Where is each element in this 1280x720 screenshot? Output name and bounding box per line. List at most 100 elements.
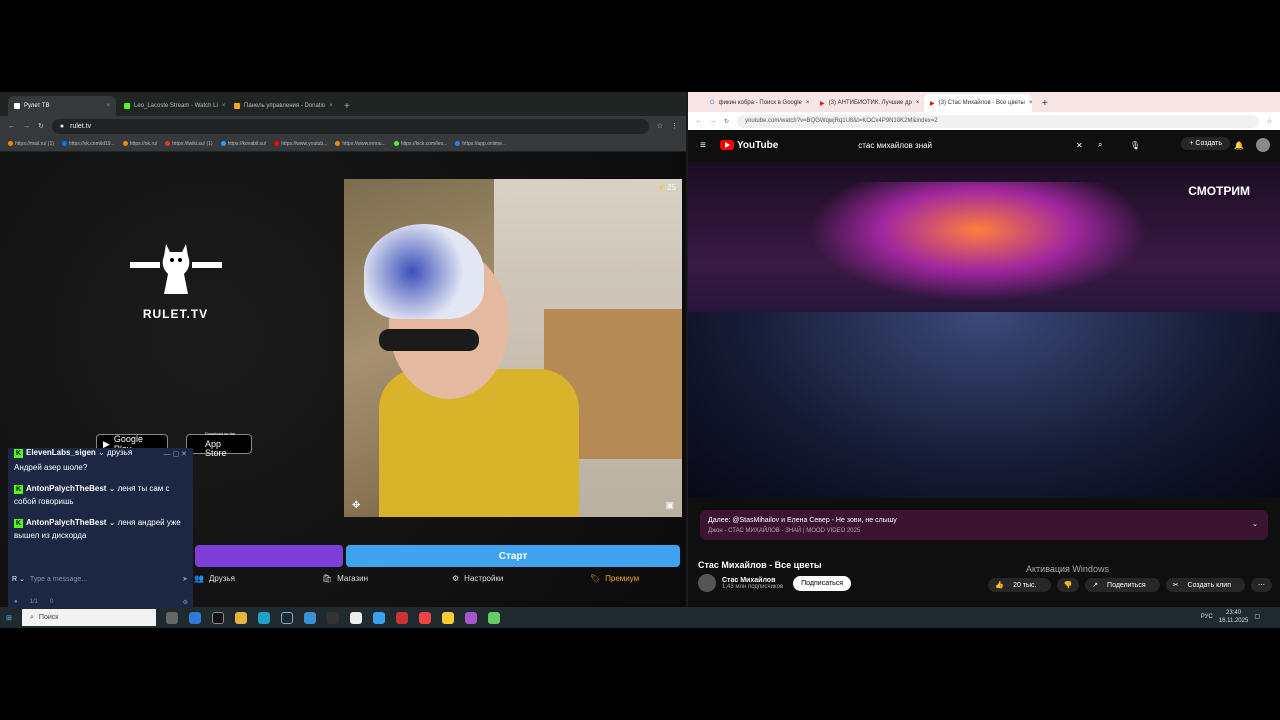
menu-friends[interactable]: 👥 Друзья bbox=[194, 574, 235, 583]
send-icon[interactable]: ➤ bbox=[182, 575, 188, 583]
viewer-badge: ★ 25 bbox=[657, 183, 676, 192]
forward-icon[interactable]: → bbox=[710, 118, 716, 124]
notifications-icon[interactable]: 🔔 bbox=[1234, 141, 1244, 150]
search-icon: ⌕ bbox=[30, 613, 34, 621]
bookmark-item[interactable]: https://app.onlime... bbox=[455, 141, 506, 147]
back-icon[interactable]: ← bbox=[696, 118, 702, 124]
bookmark-item[interactable]: https://www.youtub... bbox=[274, 141, 327, 147]
channel-avatar[interactable] bbox=[698, 574, 716, 592]
close-icon[interactable]: × bbox=[222, 103, 226, 109]
url-field[interactable]: ● rulet.tv bbox=[51, 118, 649, 134]
menu-shop[interactable]: 🛍 Магазин bbox=[322, 574, 368, 583]
concert-crowd bbox=[688, 312, 1280, 498]
terminal-icon[interactable] bbox=[212, 611, 224, 624]
channel-info: Стас Михайлов 1,43 млн подписчиков Подпис… bbox=[698, 574, 852, 592]
clip-button[interactable]: ✂ Создать клип bbox=[1165, 578, 1245, 592]
gear-icon[interactable]: ⚙ bbox=[183, 599, 188, 606]
rulet-favicon-icon bbox=[14, 103, 20, 109]
yellow-shirt bbox=[379, 369, 579, 517]
star-icon: ★ bbox=[657, 183, 665, 192]
back-icon[interactable]: ← bbox=[8, 123, 15, 130]
reload-icon[interactable]: ↻ bbox=[38, 122, 44, 130]
menu-settings[interactable]: ⚙ Настройки bbox=[452, 574, 503, 583]
tab-youtube-1[interactable]: ▶ (3) АНТИБИОТИК. Лучшие др × bbox=[814, 94, 922, 112]
left-tab-bar: Рулет ТВ × Leo_Lacoste Stream - Watch Li ×… bbox=[0, 92, 686, 116]
tab-google[interactable]: Gфикин кобра - Поиск в Google × bbox=[704, 94, 812, 112]
bookmark-item[interactable]: https://kovabil.su/ bbox=[220, 141, 266, 147]
premium-icon: 🏷 bbox=[590, 574, 601, 583]
subscribe-button[interactable]: Подписаться bbox=[793, 575, 852, 591]
bookmark-item[interactable]: https://kick.com/leo... bbox=[393, 141, 447, 147]
microphone-icon[interactable]: 🎙 bbox=[1130, 141, 1140, 150]
close-icon[interactable]: × bbox=[806, 100, 810, 106]
tab-kick[interactable]: Leo_Lacoste Stream - Watch Li × bbox=[118, 96, 226, 116]
task-view-icon[interactable] bbox=[166, 611, 178, 624]
url-field[interactable]: youtube.com/watch?v=BQGWqwjRq1U8&t=KOCx4… bbox=[737, 114, 1259, 128]
app-icon[interactable] bbox=[327, 611, 339, 624]
start-button[interactable]: Старт bbox=[346, 545, 680, 567]
chevron-down-icon[interactable]: ⌄ bbox=[1252, 519, 1258, 530]
camera-icon[interactable]: ▣ bbox=[665, 500, 674, 511]
new-tab-button[interactable]: + bbox=[338, 101, 356, 116]
tab-donation[interactable]: Панель управления - Donatio × bbox=[228, 96, 336, 116]
app-icon[interactable] bbox=[304, 611, 316, 624]
close-icon[interactable]: × bbox=[106, 103, 110, 109]
chat-input[interactable]: R ⌄ Type a message... ➤ bbox=[12, 572, 188, 586]
steam-icon[interactable] bbox=[281, 611, 293, 624]
clock[interactable]: 23:40 16.11.2025 bbox=[1219, 609, 1249, 625]
avatar[interactable] bbox=[1256, 138, 1270, 152]
bookmark-item[interactable]: https://www.innou... bbox=[335, 141, 386, 147]
kick-icon: K bbox=[14, 485, 23, 494]
app-icon[interactable] bbox=[396, 611, 408, 624]
settings-icon[interactable]: ● bbox=[14, 599, 18, 606]
tab-rulet[interactable]: Рулет ТВ × bbox=[8, 96, 116, 116]
youtube-search-input[interactable]: стас михайлов знай bbox=[858, 141, 1038, 150]
left-address-bar: ← → ↻ ● rulet.tv ☆ ⋮ bbox=[0, 116, 686, 136]
share-button[interactable]: ↗ Поделиться bbox=[1085, 578, 1160, 592]
close-icon[interactable]: × bbox=[329, 103, 333, 109]
youtube-logo[interactable]: YouTube bbox=[720, 140, 778, 151]
more-actions-icon[interactable]: ⋯ bbox=[1251, 578, 1272, 592]
move-icon[interactable]: ✥ bbox=[352, 500, 360, 511]
copilot-icon[interactable] bbox=[189, 611, 201, 624]
next-button[interactable] bbox=[195, 545, 343, 567]
bookmark-item[interactable]: https://ok.ru/ bbox=[122, 141, 157, 147]
youtube-video-player[interactable]: СМОТРИМ bbox=[688, 162, 1280, 498]
close-icon[interactable]: × bbox=[1029, 100, 1032, 106]
bookmark-item[interactable]: https://vk.com/id19... bbox=[61, 141, 115, 147]
forward-icon[interactable]: → bbox=[23, 123, 30, 130]
language-indicator[interactable]: РУС bbox=[1201, 613, 1213, 621]
kick-chat-overlay: — ▢ ✕ K ElevenLabs_sigen ⌄ друзья Андрей … bbox=[8, 448, 193, 608]
menu-dots-icon[interactable]: ⋮ bbox=[671, 122, 678, 130]
bookmark-star-icon[interactable]: ☆ bbox=[657, 122, 663, 130]
up-next-bar[interactable]: Далее: @StasMihailov и Елена Север - Не … bbox=[700, 510, 1268, 540]
app-icon[interactable] bbox=[488, 611, 500, 624]
bookmark-item[interactable]: https://mail.ru/ (1) bbox=[8, 141, 54, 147]
bookmark-item[interactable]: https://twiki.su/ (1) bbox=[165, 141, 213, 147]
tab-youtube-2[interactable]: ▶ (3) Стас Михайлов - Все цветы × bbox=[924, 94, 1032, 112]
chrome-icon[interactable] bbox=[419, 611, 431, 624]
hamburger-menu-icon[interactable]: ≡ bbox=[700, 140, 706, 151]
notification-center-icon[interactable]: ▢ bbox=[1254, 613, 1260, 621]
reload-icon[interactable]: ↻ bbox=[724, 118, 729, 125]
channel-name[interactable]: Стас Михайлов bbox=[722, 577, 783, 584]
chrome-icon[interactable] bbox=[442, 611, 454, 624]
app-store-button[interactable]: Download on the App Store bbox=[186, 431, 252, 457]
create-button[interactable]: + Создать bbox=[1181, 137, 1230, 150]
bookmark-star-icon[interactable]: ☆ bbox=[1267, 118, 1272, 125]
app-icon[interactable] bbox=[373, 611, 385, 624]
dislike-button[interactable]: 👎 bbox=[1056, 578, 1080, 592]
windows-start-icon[interactable]: ⊞ bbox=[6, 614, 12, 622]
close-icon[interactable]: × bbox=[916, 100, 920, 106]
edge-icon[interactable] bbox=[258, 611, 270, 624]
file-explorer-icon[interactable] bbox=[235, 611, 247, 624]
like-button[interactable]: 👍 20 тыс. bbox=[988, 578, 1051, 592]
tab-label: Рулет ТВ bbox=[24, 103, 50, 109]
search-icon[interactable]: ⌕ bbox=[1098, 140, 1102, 150]
new-tab-button[interactable]: + bbox=[1034, 98, 1056, 112]
menu-premium[interactable]: 🏷 Премиум bbox=[590, 574, 639, 583]
app-icon[interactable] bbox=[465, 611, 477, 624]
chrome-icon[interactable] bbox=[350, 611, 362, 624]
taskbar-search[interactable]: ⌕ Поиск bbox=[22, 609, 156, 626]
clear-search-icon[interactable]: ✕ bbox=[1076, 141, 1083, 150]
